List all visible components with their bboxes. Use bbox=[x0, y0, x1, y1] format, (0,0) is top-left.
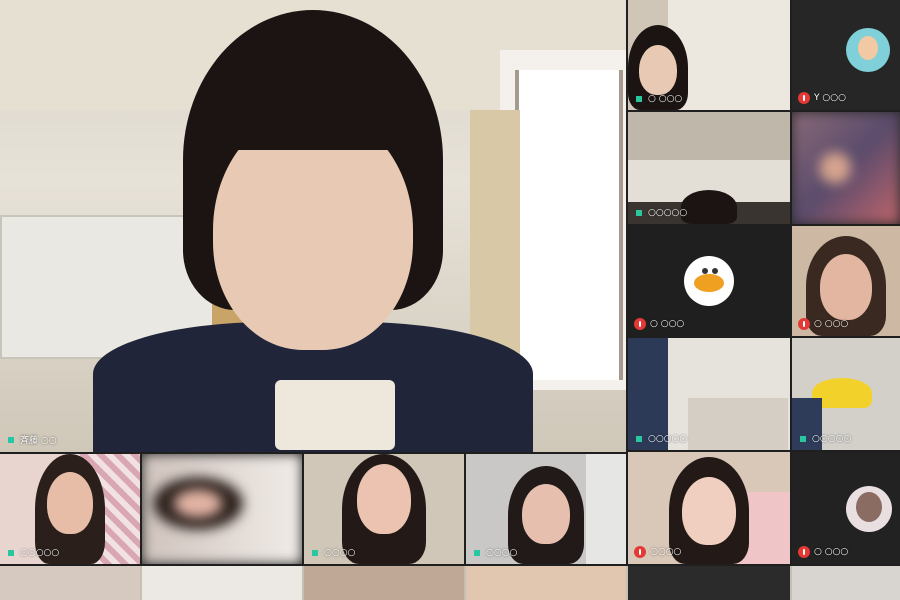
bottom-tile-4[interactable]: ○○○○ bbox=[466, 454, 626, 564]
avatar bbox=[846, 486, 892, 532]
main-speaker-label: 斉藤 ○○ bbox=[6, 433, 57, 446]
partial-row-strip bbox=[0, 566, 900, 600]
mic-on-icon bbox=[798, 434, 808, 444]
bottom-tile-3[interactable]: ○○○○ bbox=[304, 454, 464, 564]
participant-name: ○ ○○○ bbox=[650, 319, 685, 329]
participant-tile-8[interactable]: ○○○○○ bbox=[792, 338, 900, 450]
participant-tile-9[interactable]: ○○○○ bbox=[628, 452, 790, 564]
participant-name: ○○○○○ bbox=[648, 208, 688, 218]
participant-name: ○○○○○ bbox=[648, 434, 688, 444]
participant-tile-2[interactable]: Y ○○○ bbox=[792, 0, 900, 110]
participant-tile-5[interactable]: ○ ○○○ bbox=[628, 226, 790, 336]
participant-name: ○ ○○○ bbox=[814, 319, 849, 329]
mic-on-icon bbox=[310, 548, 320, 558]
mic-off-icon bbox=[798, 546, 810, 558]
participant-tile-10[interactable]: ○ ○○○ bbox=[792, 452, 900, 564]
participant-name: ○○○○○ bbox=[20, 548, 60, 558]
mic-on-icon bbox=[6, 548, 16, 558]
mic-off-icon bbox=[634, 318, 646, 330]
mic-on-icon bbox=[634, 208, 644, 218]
participant-name: ○ ○○○ bbox=[814, 547, 849, 557]
participant-name: ○○○○○ bbox=[812, 434, 852, 444]
participant-tile-4[interactable] bbox=[792, 112, 900, 224]
main-speaker-name: 斉藤 ○○ bbox=[20, 436, 57, 446]
participant-name: ○○○○ bbox=[650, 547, 682, 557]
participant-name: ○○○○ bbox=[324, 548, 356, 558]
main-speaker-tile[interactable]: 斉藤 ○○ bbox=[0, 0, 626, 452]
mic-on-icon bbox=[634, 94, 644, 104]
participant-name: Y ○○○ bbox=[814, 93, 846, 103]
mic-off-icon bbox=[798, 318, 810, 330]
participant-tile-3[interactable]: ○○○○○ bbox=[628, 112, 790, 224]
mic-on-icon bbox=[6, 435, 16, 445]
participant-name: ○○○○ bbox=[486, 548, 518, 558]
avatar bbox=[846, 28, 890, 72]
participant-name: ○ ○○○ bbox=[648, 94, 683, 104]
mic-on-icon bbox=[472, 548, 482, 558]
participant-tile-1[interactable]: ○ ○○○ bbox=[628, 0, 790, 110]
participant-tile-7[interactable]: ○○○○○ bbox=[628, 338, 790, 450]
mic-off-icon bbox=[634, 546, 646, 558]
mic-off-icon bbox=[798, 92, 810, 104]
bottom-tile-2[interactable] bbox=[142, 454, 302, 564]
mic-on-icon bbox=[634, 434, 644, 444]
avatar bbox=[684, 256, 734, 306]
participant-tile-6[interactable]: ○ ○○○ bbox=[792, 226, 900, 336]
bottom-tile-1[interactable]: ○○○○○ bbox=[0, 454, 140, 564]
